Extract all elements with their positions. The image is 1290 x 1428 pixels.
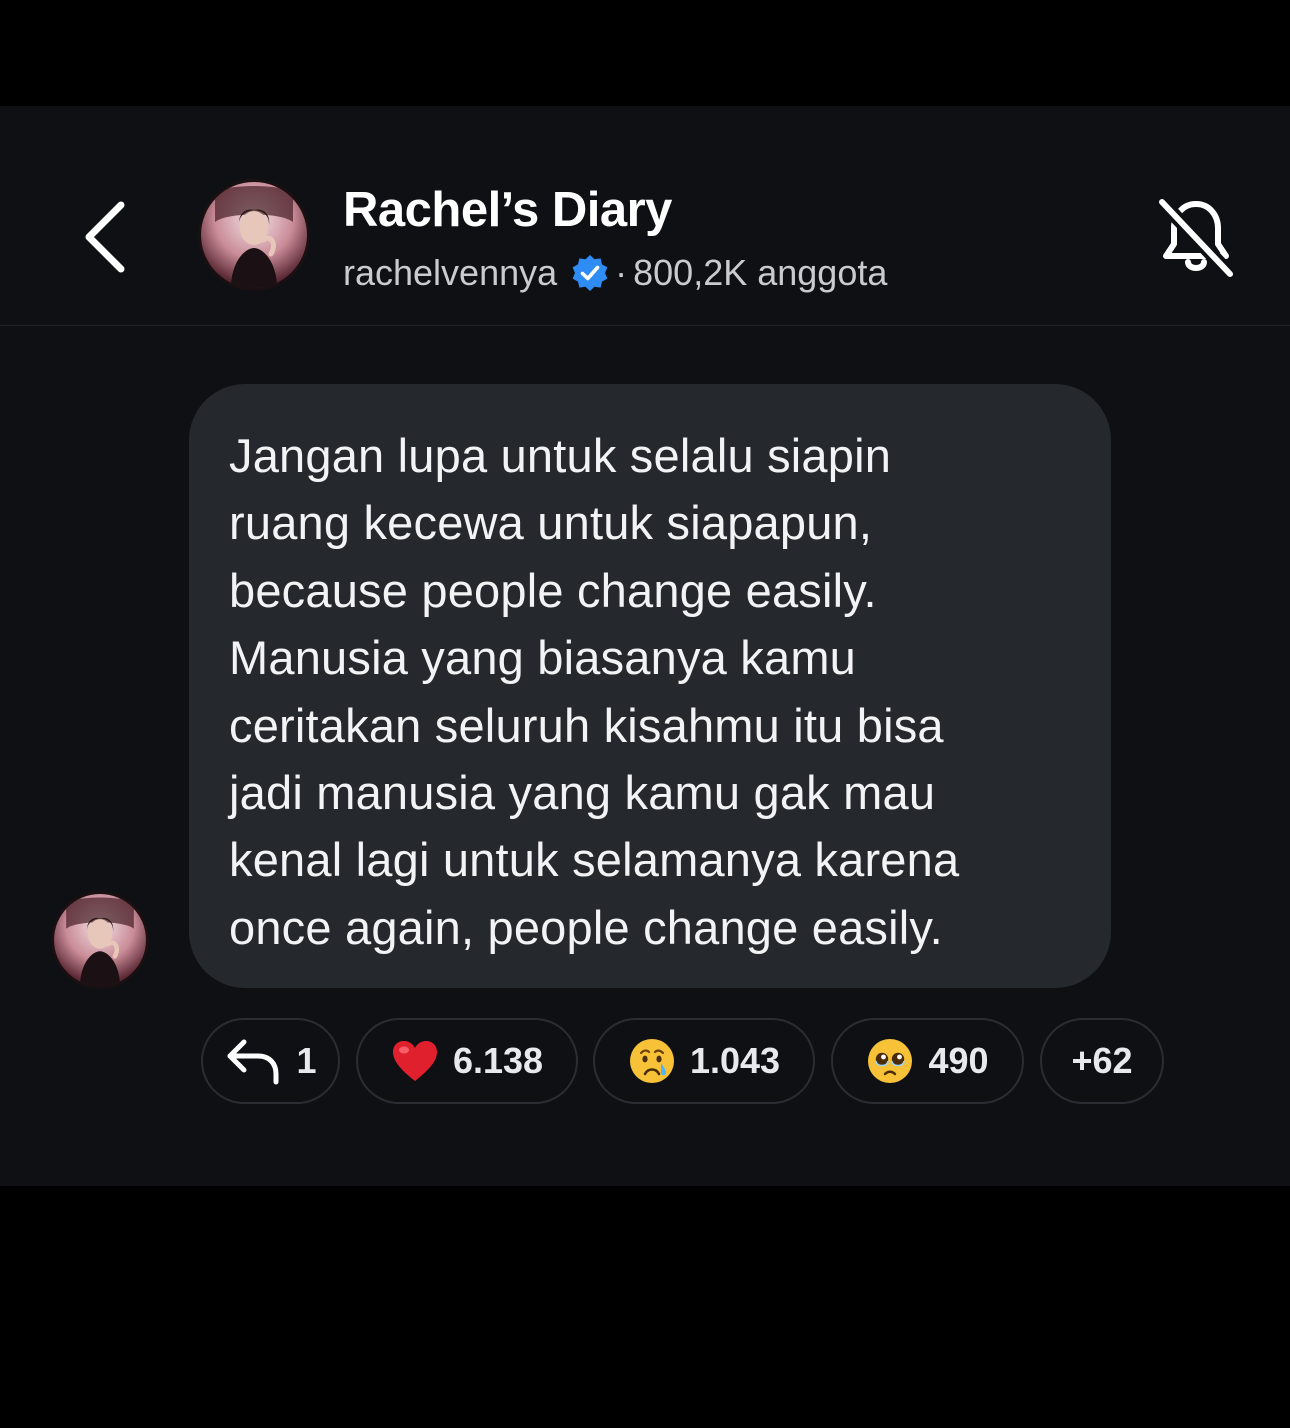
reply-count: 1 [296, 1040, 317, 1081]
message-line: ruang kecewa untuk siapapun, [229, 496, 873, 550]
heart-count: 6.138 [452, 1040, 544, 1081]
pleading-count: 490 [928, 1040, 989, 1081]
back-button[interactable] [70, 194, 140, 280]
sender-avatar[interactable] [54, 894, 146, 986]
more-reactions-count: +62 [1071, 1040, 1133, 1081]
message-line: once again, people change easily. [229, 900, 943, 954]
member-count: 800,2K anggota [633, 252, 888, 293]
red-heart-emoji [391, 1039, 439, 1083]
cry-count: 1.043 [689, 1040, 781, 1081]
chevron-left-icon [85, 201, 125, 273]
pleading-reaction-button[interactable]: 490 [831, 1018, 1024, 1104]
message-line: Jangan lupa untuk selalu siapin [229, 429, 892, 482]
message-line: kenal lagi untuk selamanya karena [229, 833, 960, 887]
subtitle-separator: · [615, 252, 628, 293]
mute-button[interactable] [1150, 192, 1242, 284]
channel-subtitle: rachelvennya · 800,2K anggota [343, 252, 887, 294]
channel-screen: Rachel’s Diary rachelvennya · 800,2K ang… [0, 106, 1290, 1186]
channel-username: rachelvennya [343, 252, 558, 293]
message-line: jadi manusia yang kamu gak mau [229, 766, 936, 820]
bell-off-icon [1156, 196, 1236, 280]
crying-face-emoji [628, 1037, 676, 1085]
channel-header: Rachel’s Diary rachelvennya · 800,2K ang… [0, 106, 1290, 326]
channel-title: Rachel’s Diary [343, 183, 672, 237]
avatar-portrait [215, 186, 293, 288]
pleading-face-emoji [866, 1037, 914, 1085]
message-line: because people change easily. [229, 563, 877, 617]
message-bubble[interactable]: Jangan lupa untuk selalu siapin ruang ke… [189, 384, 1111, 988]
reply-button[interactable]: 1 [201, 1018, 340, 1104]
message-line: Manusia yang biasanya kamu [229, 631, 857, 685]
channel-avatar[interactable] [201, 182, 307, 288]
message-line: ceritakan seluruh kisahmu itu bisa [229, 698, 944, 752]
cry-reaction-button[interactable]: 1.043 [593, 1018, 815, 1104]
verified-badge-icon [571, 254, 609, 292]
heart-reaction-button[interactable]: 6.138 [356, 1018, 578, 1104]
more-reactions-button[interactable]: +62 [1040, 1018, 1164, 1104]
avatar-portrait [66, 897, 134, 986]
reply-arrow-icon [224, 1036, 282, 1086]
